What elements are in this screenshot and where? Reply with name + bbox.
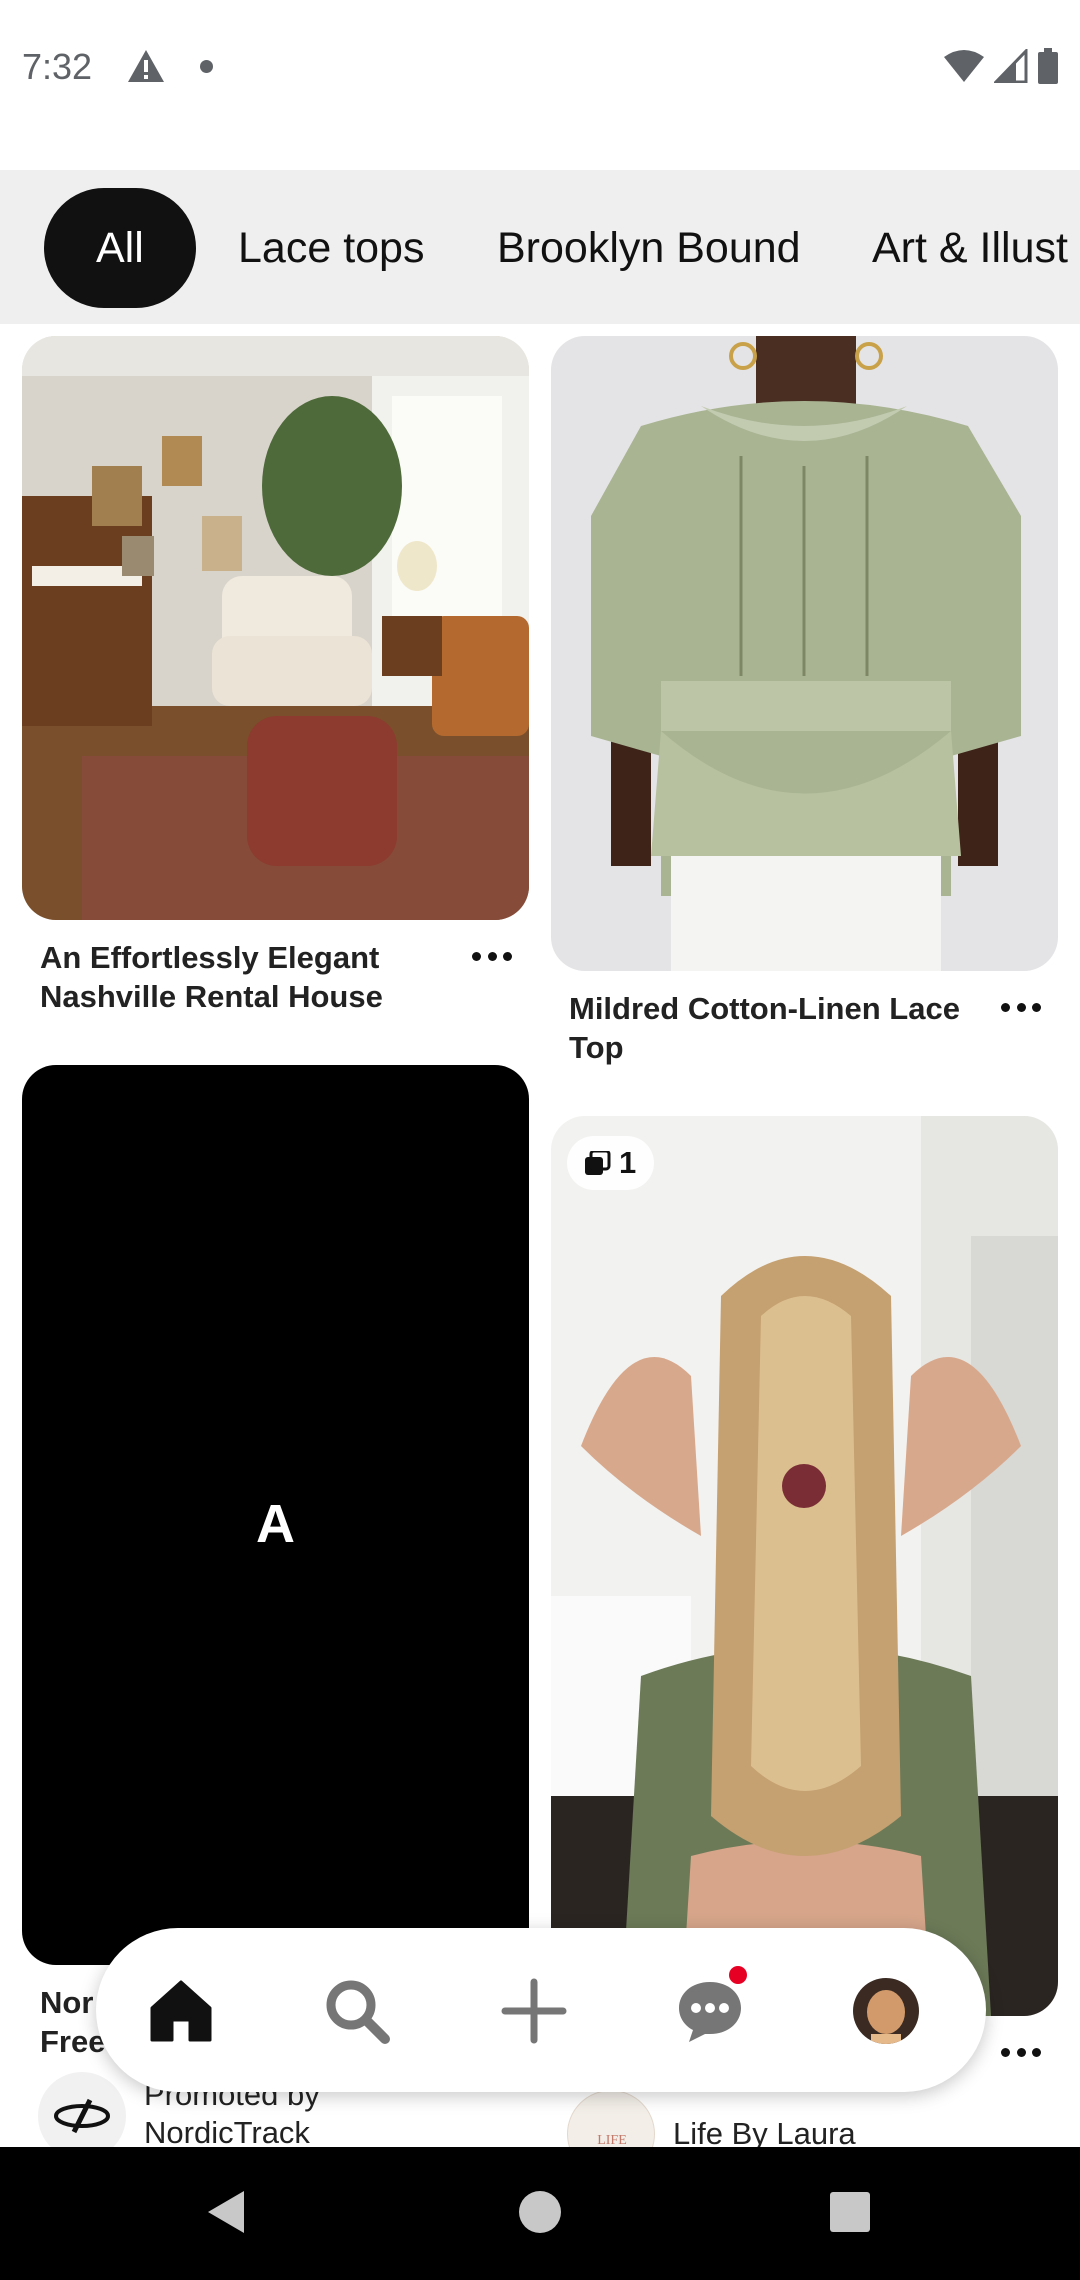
pin-title-lace-top[interactable]: Mildred Cotton-Linen Lace Top [569,989,989,1067]
nav-profile[interactable] [843,1968,929,2054]
nav-messages[interactable] [667,1966,753,2054]
tab-lace-tops[interactable]: Lace tops [238,188,424,308]
pin-image-lace-top[interactable] [551,336,1058,971]
living-room-image [22,336,529,920]
category-tabs: All Lace tops Brooklyn Bound Art & Illus… [0,170,1080,324]
more-options-icon[interactable] [1001,2048,1041,2060]
nav-create[interactable] [491,1968,577,2054]
back-icon[interactable] [204,2187,248,2237]
home-button-icon[interactable] [518,2187,562,2237]
tab-art-illustration[interactable]: Art & Illust [872,188,1068,308]
nav-search[interactable] [314,1968,400,2054]
create-icon [501,1978,567,2044]
profile-avatar [853,1978,919,2044]
recents-icon[interactable] [828,2187,872,2237]
status-bar: 7:32 [0,0,1080,135]
battery-icon [1038,48,1058,84]
pin-image-living-room[interactable] [22,336,529,920]
nav-home[interactable] [138,1968,224,2054]
messages-icon [679,1982,741,2042]
hair-tutorial-image [551,1116,1058,2016]
search-icon [326,1980,390,2044]
pin-image-hair-tutorial[interactable]: 1 [551,1116,1058,2016]
more-options-icon[interactable] [1001,1003,1041,1015]
warning-icon [128,50,164,82]
bottom-navigation [96,1928,986,2092]
pin-title-living-room[interactable]: An Effortlessly Elegant Nashville Rental… [40,938,460,1016]
signal-icon [994,49,1028,83]
tab-all[interactable]: All [44,188,196,308]
pin-count-badge: 1 [567,1136,655,1190]
tab-brooklyn-bound[interactable]: Brooklyn Bound [497,188,801,308]
system-navigation-bar [0,2147,1080,2280]
multi-pin-icon [585,1151,611,1175]
notification-badge-icon [729,1966,747,1984]
brand-logo: A [256,1494,295,1554]
status-time: 7:32 [22,46,93,87]
notification-dot-icon [200,60,213,73]
lace-top-image [551,336,1058,971]
home-icon [150,1980,212,2042]
pin-image-promoted-video[interactable]: A [22,1065,529,1965]
more-options-icon[interactable] [472,952,512,964]
wifi-icon [944,50,984,82]
